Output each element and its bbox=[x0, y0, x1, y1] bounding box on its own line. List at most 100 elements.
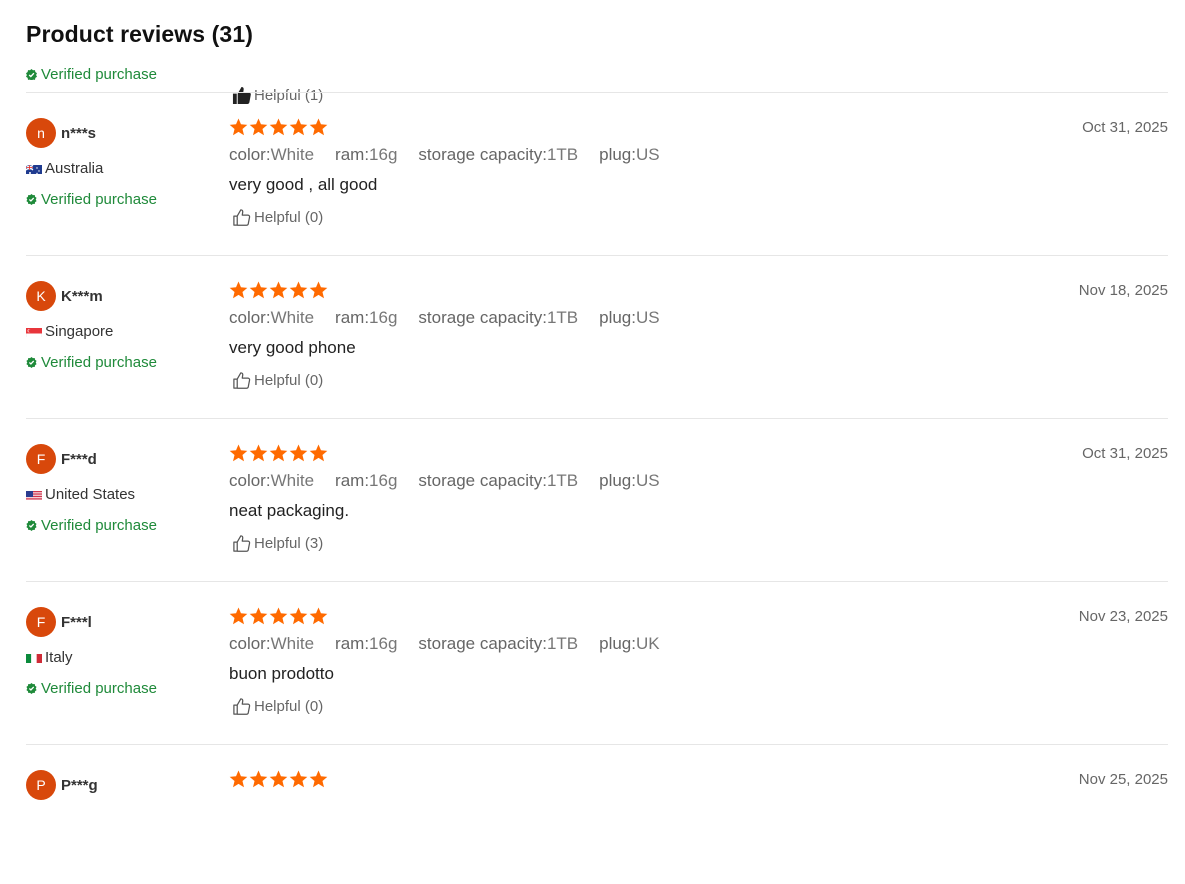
sku-attribute: plug:US bbox=[599, 145, 660, 165]
reviewer-country: Australia bbox=[26, 160, 103, 177]
helpful-label: Helpful (3) bbox=[254, 535, 324, 552]
attribute-value: US bbox=[636, 145, 660, 164]
verified-purchase: Verified purchase bbox=[26, 354, 157, 371]
star-icon bbox=[229, 607, 248, 625]
sku-attribute: color:White bbox=[229, 308, 314, 328]
sku-attribute: storage capacity:1TB bbox=[418, 308, 578, 328]
sku-attribute: ram:16g bbox=[335, 145, 397, 165]
attribute-value: 16g bbox=[369, 471, 398, 490]
verified-purchase-label: Verified purchase bbox=[41, 191, 157, 208]
star-icon bbox=[289, 281, 308, 299]
thumbs-up-icon bbox=[233, 372, 251, 389]
thumbs-up-icon bbox=[233, 535, 251, 552]
attribute-key: color: bbox=[229, 308, 271, 327]
verified-badge-icon bbox=[26, 357, 37, 368]
star-icon bbox=[289, 607, 308, 625]
verified-purchase: Verified purchase bbox=[26, 680, 157, 697]
attribute-value: 1TB bbox=[546, 471, 579, 490]
review-date: Nov 18, 2025 bbox=[1078, 282, 1168, 299]
review-item: F F***d United States Verified purchase c… bbox=[0, 419, 1185, 582]
avatar: n bbox=[26, 118, 56, 148]
verified-purchase-label: Verified purchase bbox=[41, 354, 157, 371]
attribute-value: UK bbox=[636, 634, 660, 653]
attribute-value: 16g bbox=[369, 634, 398, 653]
review-items: n n***s Australia Verified purchase color… bbox=[0, 93, 1185, 841]
verified-purchase: Verified purchase bbox=[26, 191, 157, 208]
attribute-value: White bbox=[270, 634, 315, 653]
verified-purchase-label: Verified purchase bbox=[41, 680, 157, 697]
review-item: P P***g Nov 25, 2025 bbox=[0, 745, 1185, 841]
attribute-value: White bbox=[270, 471, 315, 490]
sku-attribute: storage capacity:1TB bbox=[418, 634, 578, 654]
flag-icon bbox=[26, 489, 42, 500]
attribute-value: 1TB bbox=[546, 145, 579, 164]
star-icon bbox=[229, 118, 248, 136]
sku-attribute: color:White bbox=[229, 145, 314, 165]
star-icon bbox=[229, 770, 248, 788]
attribute-key: color: bbox=[229, 471, 271, 490]
attribute-value: 16g bbox=[369, 308, 398, 327]
attribute-key: storage capacity: bbox=[418, 308, 547, 327]
review-date: Nov 23, 2025 bbox=[1078, 608, 1168, 625]
avatar: P bbox=[26, 770, 56, 800]
country-label: Australia bbox=[45, 160, 104, 177]
reviewer-country: United States bbox=[26, 486, 135, 503]
attribute-key: color: bbox=[229, 634, 271, 653]
sku-attribute: storage capacity:1TB bbox=[418, 471, 578, 491]
star-icon bbox=[249, 770, 268, 788]
attribute-value: 16g bbox=[369, 145, 398, 164]
review-item: Verified purchase Helpful (1) bbox=[0, 64, 1185, 105]
star-icon bbox=[269, 444, 288, 462]
star-icon bbox=[249, 444, 268, 462]
attribute-key: storage capacity: bbox=[418, 634, 547, 653]
star-icon bbox=[249, 118, 268, 136]
sku-attribute: plug:US bbox=[599, 308, 660, 328]
review-date: Oct 31, 2025 bbox=[1082, 445, 1168, 462]
attribute-value: 1TB bbox=[546, 634, 579, 653]
star-icon bbox=[289, 770, 308, 788]
star-rating bbox=[229, 607, 329, 625]
review-item: n n***s Australia Verified purchase color… bbox=[0, 93, 1185, 256]
sku-attribute: plug:US bbox=[599, 471, 660, 491]
sku-attribute: color:White bbox=[229, 471, 314, 491]
attribute-key: plug: bbox=[599, 634, 636, 653]
attribute-key: ram: bbox=[335, 308, 370, 327]
attribute-key: plug: bbox=[599, 308, 636, 327]
flag-icon bbox=[26, 163, 42, 174]
country-label: United States bbox=[45, 486, 136, 503]
thumbs-up-icon bbox=[233, 698, 251, 715]
helpful-button[interactable]: Helpful (3) bbox=[232, 534, 323, 553]
star-icon bbox=[309, 607, 328, 625]
reviews-viewport[interactable]: Verified purchase Helpful (1) n n***s Aus… bbox=[0, 64, 1185, 841]
reviewer-name: F***l bbox=[61, 614, 92, 631]
star-icon bbox=[249, 281, 268, 299]
star-icon bbox=[269, 281, 288, 299]
sku-attribute: ram:16g bbox=[335, 634, 397, 654]
helpful-button[interactable]: Helpful (0) bbox=[232, 208, 323, 227]
attribute-key: storage capacity: bbox=[418, 145, 547, 164]
flag-icon bbox=[26, 326, 42, 337]
star-rating bbox=[229, 118, 329, 136]
helpful-button[interactable]: Helpful (0) bbox=[232, 697, 323, 716]
reviewer-name: F***d bbox=[61, 451, 97, 468]
sku-attributes: color:White ram:16g storage capacity:1TB pl… bbox=[229, 471, 681, 491]
attribute-key: ram: bbox=[335, 634, 370, 653]
reviewer-name: n***s bbox=[61, 125, 97, 142]
thumbs-up-icon bbox=[233, 209, 251, 226]
attribute-value: US bbox=[636, 308, 660, 327]
verified-purchase: Verified purchase bbox=[26, 517, 157, 534]
reviewer-name: K***m bbox=[61, 288, 103, 305]
star-icon bbox=[309, 281, 328, 299]
attribute-key: storage capacity: bbox=[418, 471, 547, 490]
partial-review-footer: Verified purchase Helpful (1) bbox=[0, 64, 1185, 105]
sku-attribute: storage capacity:1TB bbox=[418, 145, 578, 165]
flag-icon bbox=[26, 652, 42, 663]
reviewer-country: Italy bbox=[26, 649, 73, 666]
star-icon bbox=[309, 118, 328, 136]
helpful-button[interactable]: Helpful (0) bbox=[232, 371, 323, 390]
avatar: K bbox=[26, 281, 56, 311]
sku-attribute: ram:16g bbox=[335, 308, 397, 328]
sku-attributes: color:White ram:16g storage capacity:1TB pl… bbox=[229, 145, 681, 165]
star-icon bbox=[289, 444, 308, 462]
attribute-key: ram: bbox=[335, 471, 370, 490]
